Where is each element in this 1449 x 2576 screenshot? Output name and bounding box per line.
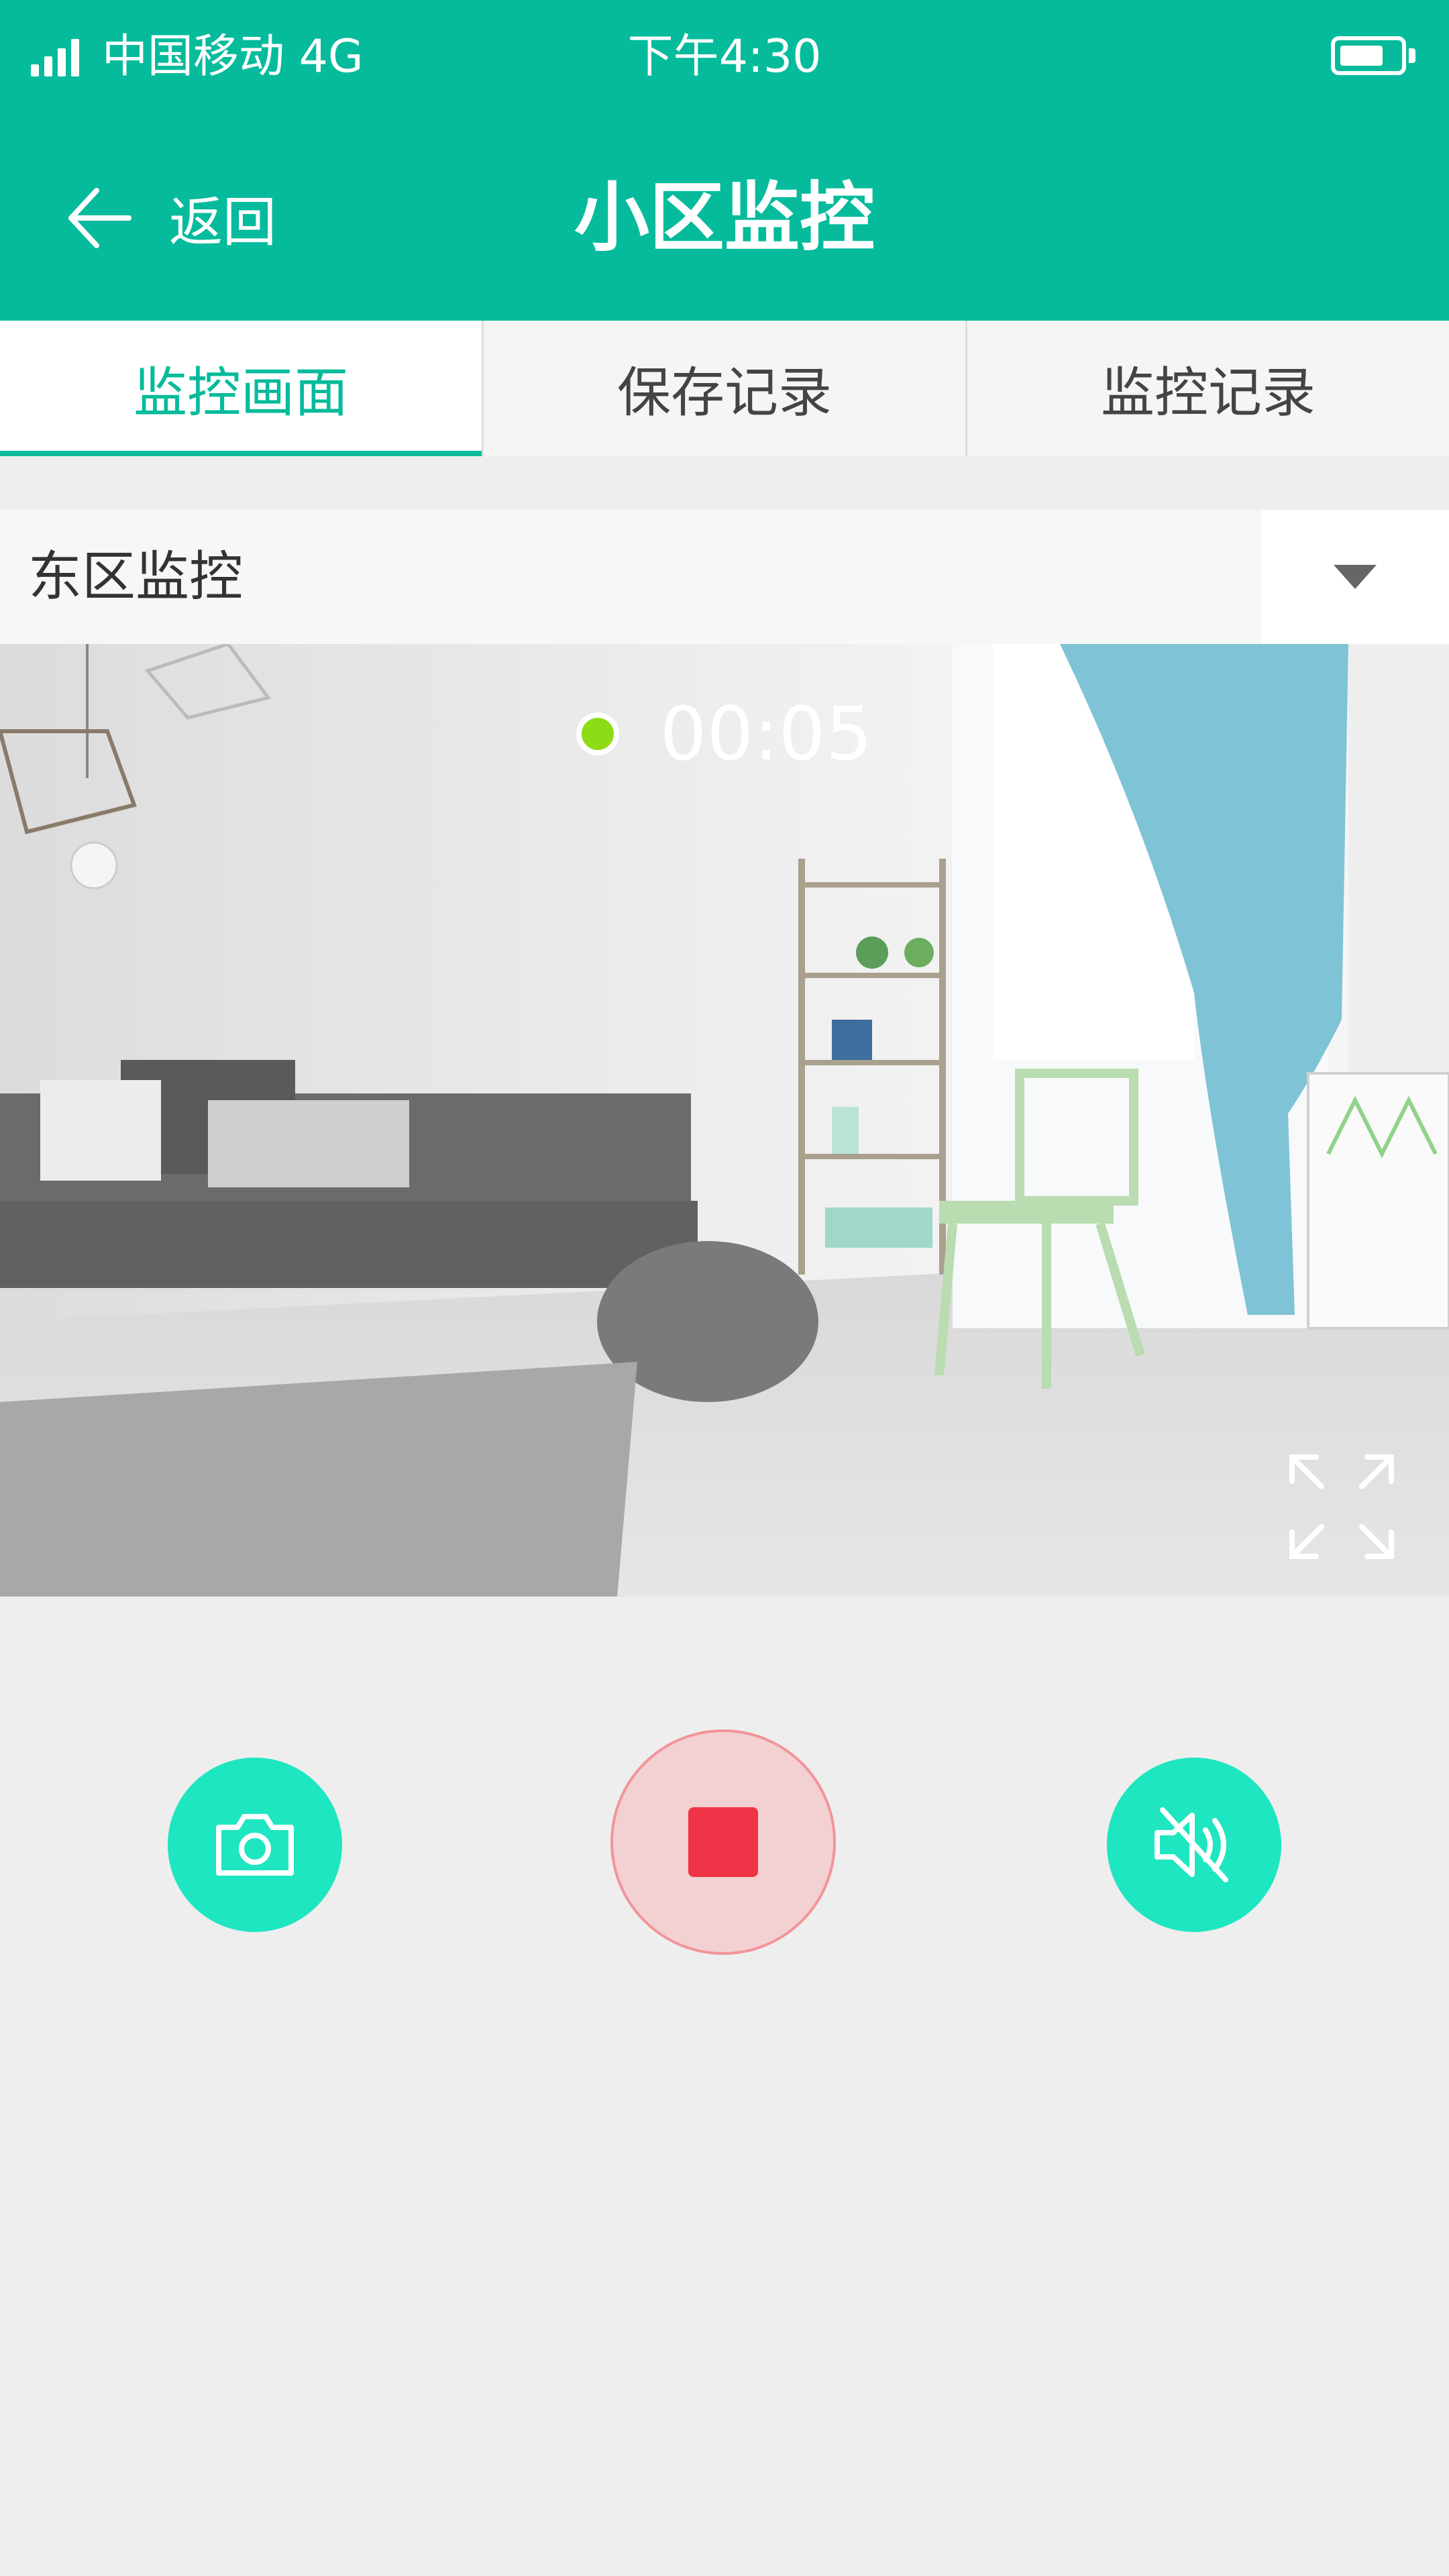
snapshot-button[interactable] [168, 1758, 342, 1932]
nav-bar: 返回 小区监控 [0, 114, 1449, 321]
battery-icon [1331, 36, 1415, 75]
video-frame [0, 644, 1449, 1597]
dropdown-arrow-icon [1334, 565, 1377, 589]
fullscreen-icon[interactable] [1288, 1453, 1395, 1560]
mute-button[interactable] [1107, 1758, 1281, 1932]
page-title: 小区监控 [574, 174, 875, 262]
recording-indicator: 00:05 [0, 691, 1449, 777]
app-header: 中国移动 4G 下午4:30 返回 小区监控 [0, 0, 1449, 321]
tab-bar: 监控画面 保存记录 监控记录 [0, 321, 1449, 456]
camera-selector-value: 东区监控 [28, 545, 243, 608]
tab-monitor-records[interactable]: 监控记录 [967, 321, 1449, 456]
dropdown-button[interactable] [1261, 510, 1449, 644]
status-time: 下午4:30 [627, 30, 822, 83]
tab-monitor-view[interactable]: 监控画面 [0, 321, 484, 456]
mute-icon [1155, 1807, 1228, 1882]
status-bar: 中国移动 4G 下午4:30 [0, 0, 1449, 114]
stop-icon [688, 1807, 758, 1877]
tab-saved-records[interactable]: 保存记录 [484, 321, 967, 456]
camera-icon [216, 1814, 294, 1876]
video-feed[interactable]: 00:05 [0, 644, 1449, 1597]
stop-record-button[interactable] [610, 1729, 836, 1955]
recording-time: 00:05 [659, 691, 873, 777]
recording-dot [576, 712, 620, 755]
camera-selector[interactable]: 东区监控 [0, 510, 1449, 644]
